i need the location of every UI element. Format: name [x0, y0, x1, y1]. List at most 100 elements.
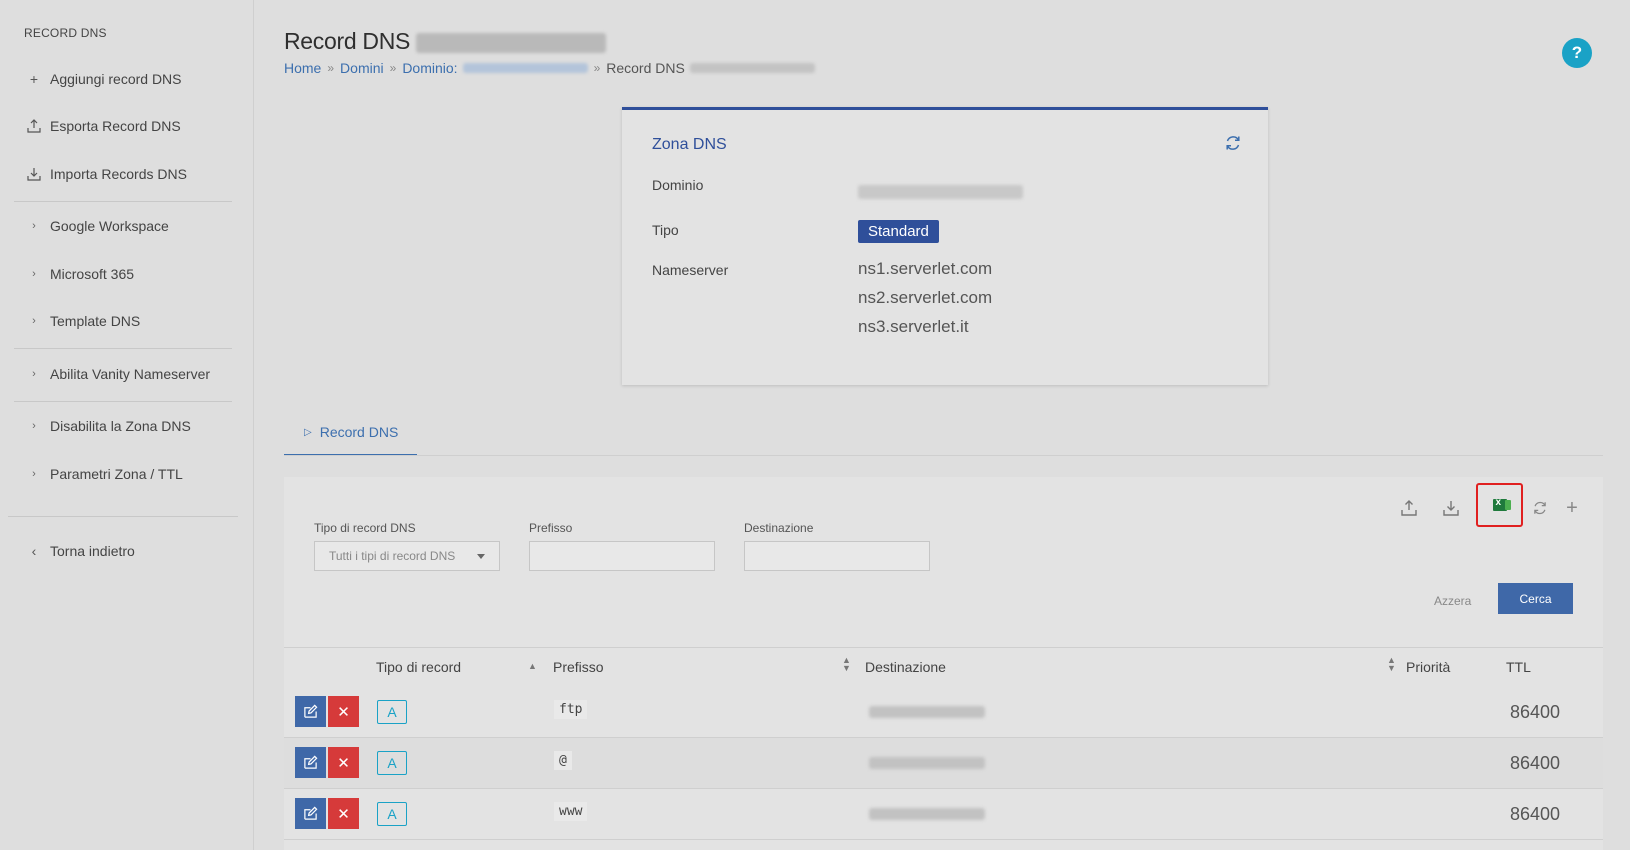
record-type-select[interactable]: Tutti i tipi di record DNS — [314, 541, 500, 571]
sidebar-item-label: Template DNS — [50, 313, 141, 329]
search-button[interactable]: Cerca — [1498, 583, 1573, 614]
excel-icon — [1492, 497, 1511, 511]
delete-button[interactable]: ✕ — [328, 696, 359, 727]
sidebar-divider — [14, 348, 232, 349]
record-ttl: 86400 — [1510, 702, 1561, 722]
column-header-ttl: TTL — [1506, 659, 1531, 675]
record-type-badge: A — [377, 700, 407, 724]
breadcrumb-domini[interactable]: Domini — [340, 60, 384, 76]
filter-type-label: Tipo di record DNS — [314, 521, 416, 535]
tab-label: Record DNS — [319, 424, 399, 440]
close-icon: ✕ — [337, 805, 350, 823]
nameserver: ns2.serverlet.com — [858, 288, 993, 307]
sidebar-item-label: Google Workspace — [50, 218, 169, 234]
record-ttl: 86400 — [1510, 804, 1561, 824]
sidebar-divider — [14, 201, 232, 202]
zone-title: Zona DNS — [652, 136, 727, 153]
sidebar-item-microsoft-365[interactable]: › Microsoft 365 — [24, 260, 134, 288]
close-icon: ✕ — [337, 703, 350, 721]
edit-icon — [304, 806, 318, 820]
sidebar-item-export[interactable]: Esporta Record DNS — [24, 112, 181, 140]
zone-dns-card: Zona DNS Dominio Tipo Standard Nameserve… — [622, 107, 1268, 385]
sort-icon[interactable]: ▲ ▼ — [1387, 656, 1396, 673]
sidebar-title: RECORD DNS — [24, 26, 107, 40]
delete-button[interactable]: ✕ — [328, 798, 359, 829]
refresh-icon[interactable] — [1525, 493, 1555, 523]
breadcrumb-dominio[interactable]: Dominio: — [402, 60, 588, 76]
delete-button[interactable]: ✕ — [328, 747, 359, 778]
breadcrumb-separator: » — [389, 61, 397, 75]
destination-input[interactable] — [744, 541, 930, 571]
column-header-destination: Destinazione — [865, 659, 946, 675]
sidebar-item-label: Esporta Record DNS — [50, 118, 181, 134]
sidebar-item-vanity-nameserver[interactable]: › Abilita Vanity Nameserver — [24, 360, 210, 388]
sidebar-item-google-workspace[interactable]: › Google Workspace — [24, 212, 169, 240]
chevron-right-icon: › — [32, 268, 36, 280]
redacted-domain — [858, 185, 1023, 199]
chevron-right-icon: › — [32, 368, 36, 380]
redacted-domain — [416, 32, 607, 53]
zone-tipo-label: Tipo — [652, 222, 679, 238]
caret-down-icon — [477, 553, 485, 559]
sidebar-divider — [14, 401, 232, 402]
sidebar-item-label: Torna indietro — [50, 543, 135, 559]
record-type-badge: A — [377, 751, 407, 775]
nameserver: ns3.serverlet.it — [858, 317, 969, 336]
sidebar-item-disable-zone[interactable]: › Disabilita la Zona DNS — [24, 412, 191, 440]
upload-icon[interactable] — [1394, 493, 1424, 523]
filter-dest-label: Destinazione — [744, 521, 814, 535]
zone-nameserver-list: ns1.serverlet.com ns2.serverlet.com ns3.… — [858, 254, 992, 341]
table-row: ✕ A www 86400 — [284, 789, 1603, 840]
chevron-right-icon: › — [32, 315, 36, 327]
redacted-destination — [869, 757, 985, 769]
sidebar-item-template-dns[interactable]: › Template DNS — [24, 307, 140, 335]
edit-button[interactable] — [295, 798, 326, 829]
caret-right-icon: ▷ — [304, 426, 312, 438]
sidebar-item-zone-params[interactable]: › Parametri Zona / TTL — [24, 460, 183, 488]
redacted-domain — [462, 63, 588, 73]
table-row: ✕ A ftp 86400 — [284, 687, 1603, 738]
close-icon: ✕ — [337, 754, 350, 772]
sidebar-item-import[interactable]: Importa Records DNS — [24, 160, 187, 188]
sidebar-item-back[interactable]: ‹ Torna indietro — [24, 537, 135, 565]
zone-dominio-label: Dominio — [652, 177, 704, 193]
plus-icon: + — [29, 71, 39, 87]
sidebar-item-add-record[interactable]: + Aggiungi record DNS — [24, 65, 182, 93]
sort-asc-icon[interactable]: ▲ — [528, 662, 537, 671]
record-type-badge: A — [377, 802, 407, 826]
record-prefix: @ — [554, 751, 572, 770]
excel-export-button[interactable] — [1476, 483, 1523, 527]
chevron-right-icon: › — [32, 468, 36, 480]
edit-button[interactable] — [295, 747, 326, 778]
help-button[interactable]: ? — [1562, 38, 1592, 68]
sidebar-item-label: Microsoft 365 — [50, 266, 135, 282]
records-panel: Tipo di record DNS Tutti i tipi di recor… — [284, 477, 1603, 850]
chevron-left-icon: ‹ — [31, 543, 37, 559]
sidebar: RECORD DNS + Aggiungi record DNS Esporta… — [0, 0, 254, 850]
record-type-select-value: Tutti i tipi di record DNS — [329, 549, 456, 563]
prefix-input[interactable] — [529, 541, 715, 571]
edit-icon — [304, 755, 318, 769]
redacted-domain — [689, 63, 815, 73]
breadcrumb-home[interactable]: Home — [284, 60, 321, 76]
breadcrumb-current-label: Record DNS — [606, 60, 685, 76]
plus-icon[interactable]: + — [1557, 493, 1587, 523]
column-header-prefix: Prefisso — [553, 659, 604, 675]
download-icon — [24, 167, 44, 181]
column-header-type: Tipo di record — [376, 659, 462, 675]
chevron-right-icon: › — [32, 420, 36, 432]
refresh-icon[interactable] — [1224, 134, 1242, 157]
breadcrumb-dominio-label: Dominio: — [402, 60, 458, 76]
chevron-right-icon: › — [32, 220, 36, 232]
filter-prefix-label: Prefisso — [529, 521, 573, 535]
tab-record-dns[interactable]: ▷ Record DNS — [284, 410, 417, 456]
upload-icon — [24, 119, 44, 133]
page-title: Record DNS — [284, 28, 607, 55]
reset-link[interactable]: Azzera — [1434, 594, 1471, 608]
sort-icon[interactable]: ▲ ▼ — [842, 656, 851, 673]
edit-button[interactable] — [295, 696, 326, 727]
page-title-text: Record DNS — [284, 28, 411, 54]
sidebar-item-label: Aggiungi record DNS — [50, 71, 182, 87]
record-ttl: 86400 — [1510, 753, 1561, 773]
download-icon[interactable] — [1436, 493, 1466, 523]
